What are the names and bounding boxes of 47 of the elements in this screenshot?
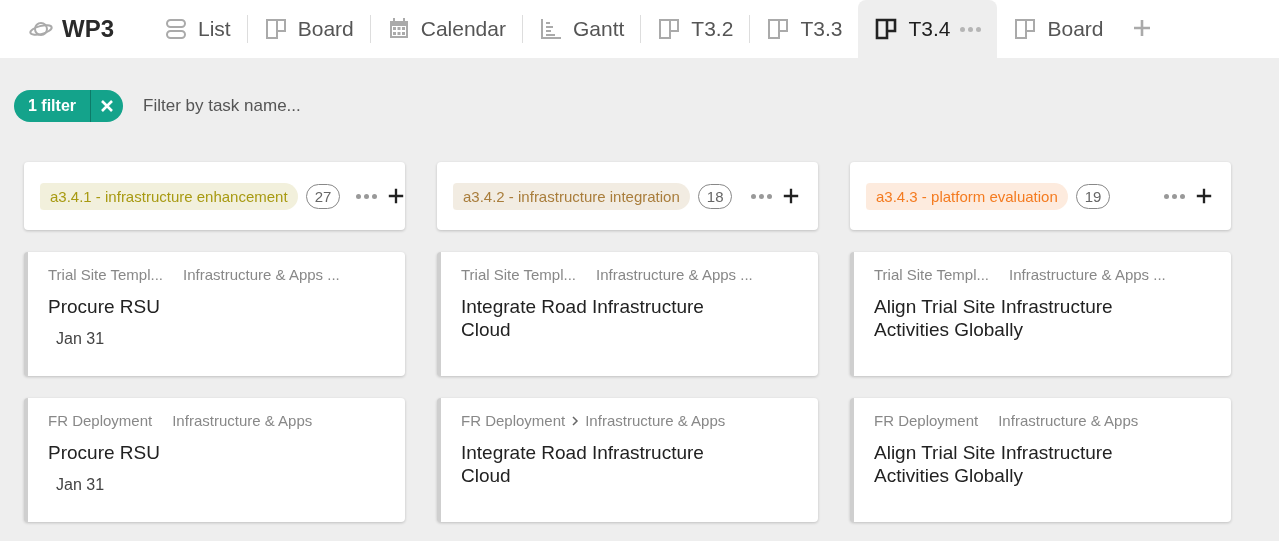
due-date: Jan 31	[56, 476, 105, 494]
planet-icon	[28, 19, 54, 39]
task-card[interactable]: Trial Site Templ... Infrastructure & Apps ... Integrate Road Infrastructure Cloud	[437, 252, 818, 376]
more-icon[interactable]	[960, 26, 982, 32]
gantt-icon	[539, 17, 563, 41]
list-icon	[164, 17, 188, 41]
task-title: Integrate Road Infrastructure Cloud	[461, 295, 705, 341]
task-card[interactable]: FR Deployment Infrastructure & Apps Procure RSU Jan 31	[24, 398, 405, 522]
workspace-title: WP3	[62, 15, 114, 43]
task-card[interactable]: FR Deployment Infrastructure & Apps Integrate Road Infrastructure Cloud	[437, 398, 818, 522]
search-field[interactable]: Filter by task name...	[141, 95, 445, 117]
board-icon	[874, 17, 899, 41]
task-title: Procure RSU	[48, 441, 161, 464]
breadcrumb: Trial Site Templ...	[461, 266, 577, 283]
task-card[interactable]: FR Deployment Infrastructure & Apps Align Trial Site Infrastructure Activities Globally	[850, 398, 1231, 522]
task-title: Align Trial Site Infrastructure Activities Globally	[874, 441, 1114, 487]
column-label: a3.4.2 - infrastructure integration	[453, 182, 690, 210]
board-icon	[1013, 17, 1038, 41]
column-label: a3.4.1 - infrastructure enhancement	[40, 182, 298, 210]
section-name: Infrastructure & Apps	[998, 412, 1139, 429]
plus-icon	[1131, 17, 1152, 38]
more-icon[interactable]	[356, 193, 378, 199]
task-card[interactable]: Trial Site Templ... Infrastructure & Apps ... Align Trial Site Infrastructure Activities Globally	[850, 252, 1231, 376]
board-icon	[766, 17, 791, 41]
plus-icon	[782, 187, 800, 205]
section-name: Infrastructure & Apps ...	[1009, 266, 1166, 283]
task-title: Integrate Road Infrastructure Cloud	[461, 441, 705, 487]
task-title: Procure RSU	[48, 295, 161, 318]
board-icon	[263, 17, 288, 41]
column-label: a3.4.3 - platform evaluation	[866, 182, 1068, 210]
breadcrumb: FR Deployment	[874, 412, 979, 429]
due-date: Jan 31	[56, 330, 105, 348]
section-name: Infrastructure & Apps ...	[596, 266, 753, 283]
section-name: Infrastructure & Apps ...	[183, 266, 340, 283]
more-icon[interactable]	[1164, 193, 1185, 199]
breadcrumb: FR Deployment	[48, 412, 153, 429]
task-card[interactable]: Trial Site Templ... Infrastructure & Apps ... Procure RSU Jan 31	[24, 252, 405, 376]
breadcrumb: FR Deployment	[461, 412, 566, 429]
task-title: Align Trial Site Infrastructure Activities Globally	[874, 295, 1114, 341]
section-name: Infrastructure & Apps	[585, 412, 726, 429]
board-icon	[657, 17, 682, 41]
plus-icon	[1195, 187, 1213, 205]
more-icon[interactable]	[751, 193, 772, 199]
plus-icon	[387, 187, 406, 205]
breadcrumb: Trial Site Templ...	[48, 266, 164, 283]
breadcrumb: Trial Site Templ...	[874, 266, 990, 283]
section-name: Infrastructure & Apps	[172, 412, 313, 429]
